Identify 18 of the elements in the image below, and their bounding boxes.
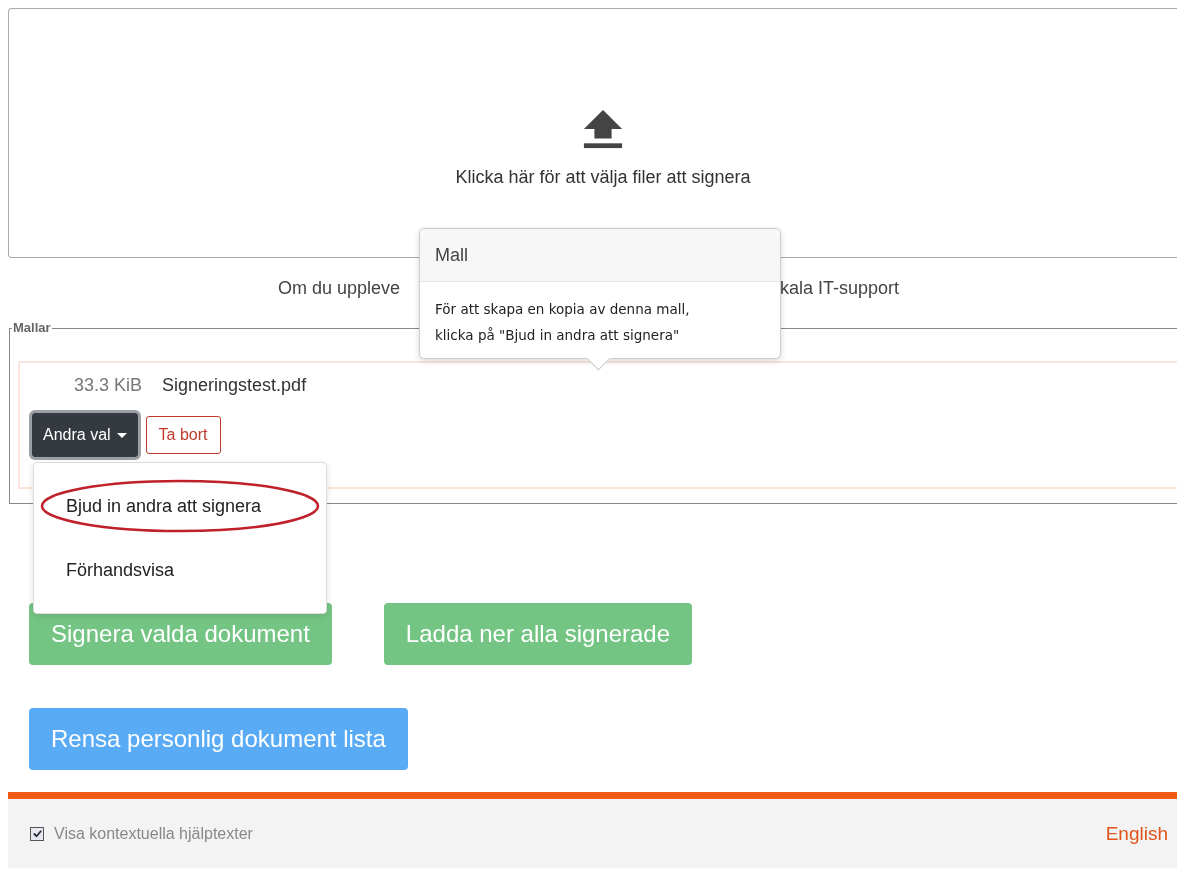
file-size: 33.3 KiB xyxy=(74,375,143,396)
group-legend: Mallar xyxy=(12,320,52,335)
checkbox-label: Visa kontextuella hjälptexter xyxy=(54,824,253,843)
remove-button[interactable]: Ta bort xyxy=(145,416,221,454)
file-name: Signeringstest.pdf xyxy=(162,375,307,396)
language-link[interactable]: English xyxy=(1105,822,1168,845)
dropdown-button[interactable]: Andra val xyxy=(32,413,138,457)
upload-prompt: Klicka här för att välja filer att signera xyxy=(455,166,751,188)
upload-icon xyxy=(582,108,624,149)
popover-title: Mall xyxy=(420,229,780,282)
popover-text: klicka på "Bjud in andra att signera" xyxy=(435,326,681,345)
notice-text: Om du uppleve xyxy=(277,278,400,300)
menu-item[interactable]: Bjud in andra att signera xyxy=(34,485,326,527)
caret-icon xyxy=(116,432,127,438)
popover-text: För att skapa en kopia av denna mall, xyxy=(435,300,691,319)
menu-item[interactable]: Förhandsvisa xyxy=(34,549,326,591)
checkbox[interactable] xyxy=(30,826,44,841)
notice-text: kala IT-support xyxy=(780,278,900,300)
